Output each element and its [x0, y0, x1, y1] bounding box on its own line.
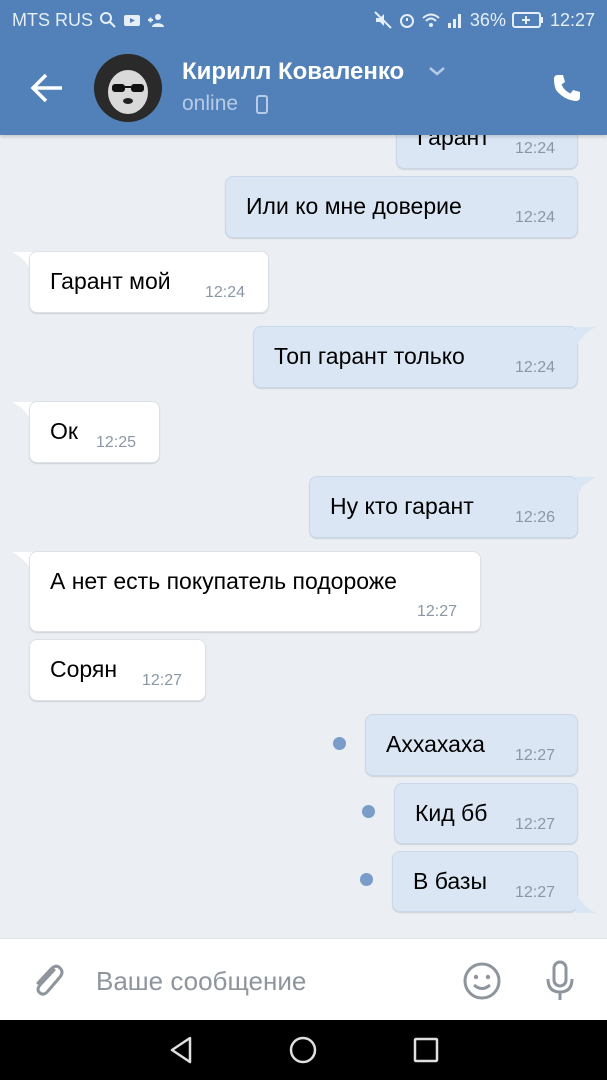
- message-time: 12:27: [417, 603, 458, 620]
- message-bubble-outgoing[interactable]: В базы 12:27: [392, 851, 578, 912]
- message-bubble-outgoing[interactable]: Гарант 12:24: [396, 135, 578, 169]
- contact-status: online: [182, 92, 239, 115]
- alarm-icon: [399, 14, 414, 28]
- phone-call-icon[interactable]: [551, 72, 583, 104]
- microphone-icon[interactable]: [543, 959, 577, 1003]
- wifi-icon: [422, 13, 440, 27]
- avatar[interactable]: [94, 54, 162, 122]
- message-composer: [0, 938, 607, 1020]
- emoji-icon[interactable]: [462, 961, 502, 1001]
- back-arrow-icon[interactable]: [26, 70, 66, 106]
- message-bubble-incoming[interactable]: Гарант мой 12:24: [29, 251, 269, 313]
- message-text: Ну кто гарант: [330, 493, 474, 519]
- unread-indicator: [360, 873, 373, 886]
- battery-percent: 36%: [469, 9, 506, 30]
- unread-indicator: [333, 737, 346, 750]
- message-time: 12:24: [205, 284, 246, 301]
- message-text: В базы: [413, 868, 487, 894]
- bubble-tail: [576, 891, 596, 913]
- message-input[interactable]: [96, 961, 446, 1001]
- system-nav-bar: [0, 1020, 607, 1080]
- message-text: Гарант мой: [50, 268, 171, 294]
- message-bubble-incoming[interactable]: Ок 12:25: [29, 401, 160, 463]
- message-bubble-incoming[interactable]: Сорян 12:27: [29, 639, 206, 701]
- message-bubble-incoming[interactable]: А нет есть покупатель подороже 12:27: [29, 551, 481, 632]
- nav-back-icon[interactable]: [164, 1033, 198, 1067]
- message-text: Или ко мне доверие: [246, 193, 462, 219]
- message-bubble-outgoing[interactable]: Аххахаха 12:27: [365, 714, 578, 776]
- message-bubble-outgoing[interactable]: Кид бб 12:27: [394, 783, 578, 844]
- paperclip-icon[interactable]: [30, 961, 66, 1001]
- message-time: 12:24: [515, 359, 556, 376]
- nav-recents-icon[interactable]: [409, 1033, 443, 1067]
- message-time: 12:24: [515, 209, 556, 226]
- signal-icon: [447, 14, 461, 28]
- message-text: Гарант: [417, 135, 490, 150]
- message-time: 12:24: [515, 140, 556, 157]
- message-text: А нет есть покупатель подороже: [50, 568, 397, 594]
- mute-icon: [374, 11, 392, 29]
- bubble-tail: [576, 477, 596, 499]
- message-time: 12:27: [515, 884, 556, 901]
- status-bar: MTS RUS 36% 12:27: [0, 0, 607, 40]
- chat-header: Кирилл Коваленко online: [0, 40, 607, 135]
- message-bubble-outgoing[interactable]: Ну кто гарант 12:26: [309, 476, 578, 538]
- add-friend-icon: [148, 14, 164, 27]
- message-text: Кид бб: [415, 800, 488, 826]
- message-list[interactable]: Гарант 12:24 Или ко мне доверие 12:24 Га…: [0, 135, 607, 938]
- contact-name[interactable]: Кирилл Коваленко: [182, 58, 404, 86]
- message-bubble-outgoing[interactable]: Или ко мне доверие 12:24: [225, 176, 578, 238]
- message-text: Аххахаха: [386, 731, 485, 757]
- message-bubble-outgoing[interactable]: Топ гарант только 12:24: [253, 326, 578, 388]
- message-text: Ок: [50, 418, 78, 444]
- message-time: 12:25: [96, 434, 137, 451]
- battery-icon: [511, 12, 543, 28]
- youtube-icon: [124, 15, 140, 26]
- message-time: 12:27: [142, 672, 183, 689]
- mobile-device-icon: [256, 95, 268, 114]
- message-text: Топ гарант только: [274, 343, 465, 369]
- message-text: Сорян: [50, 656, 118, 682]
- unread-indicator: [362, 805, 375, 818]
- message-time: 12:26: [515, 509, 556, 526]
- carrier-label: MTS RUS: [12, 9, 93, 30]
- chevron-down-icon[interactable]: [428, 64, 446, 78]
- bubble-tail: [576, 327, 596, 349]
- search-icon: [100, 12, 116, 28]
- message-time: 12:27: [515, 816, 556, 833]
- message-time: 12:27: [515, 747, 556, 764]
- clock: 12:27: [549, 9, 595, 30]
- nav-home-icon[interactable]: [286, 1033, 320, 1067]
